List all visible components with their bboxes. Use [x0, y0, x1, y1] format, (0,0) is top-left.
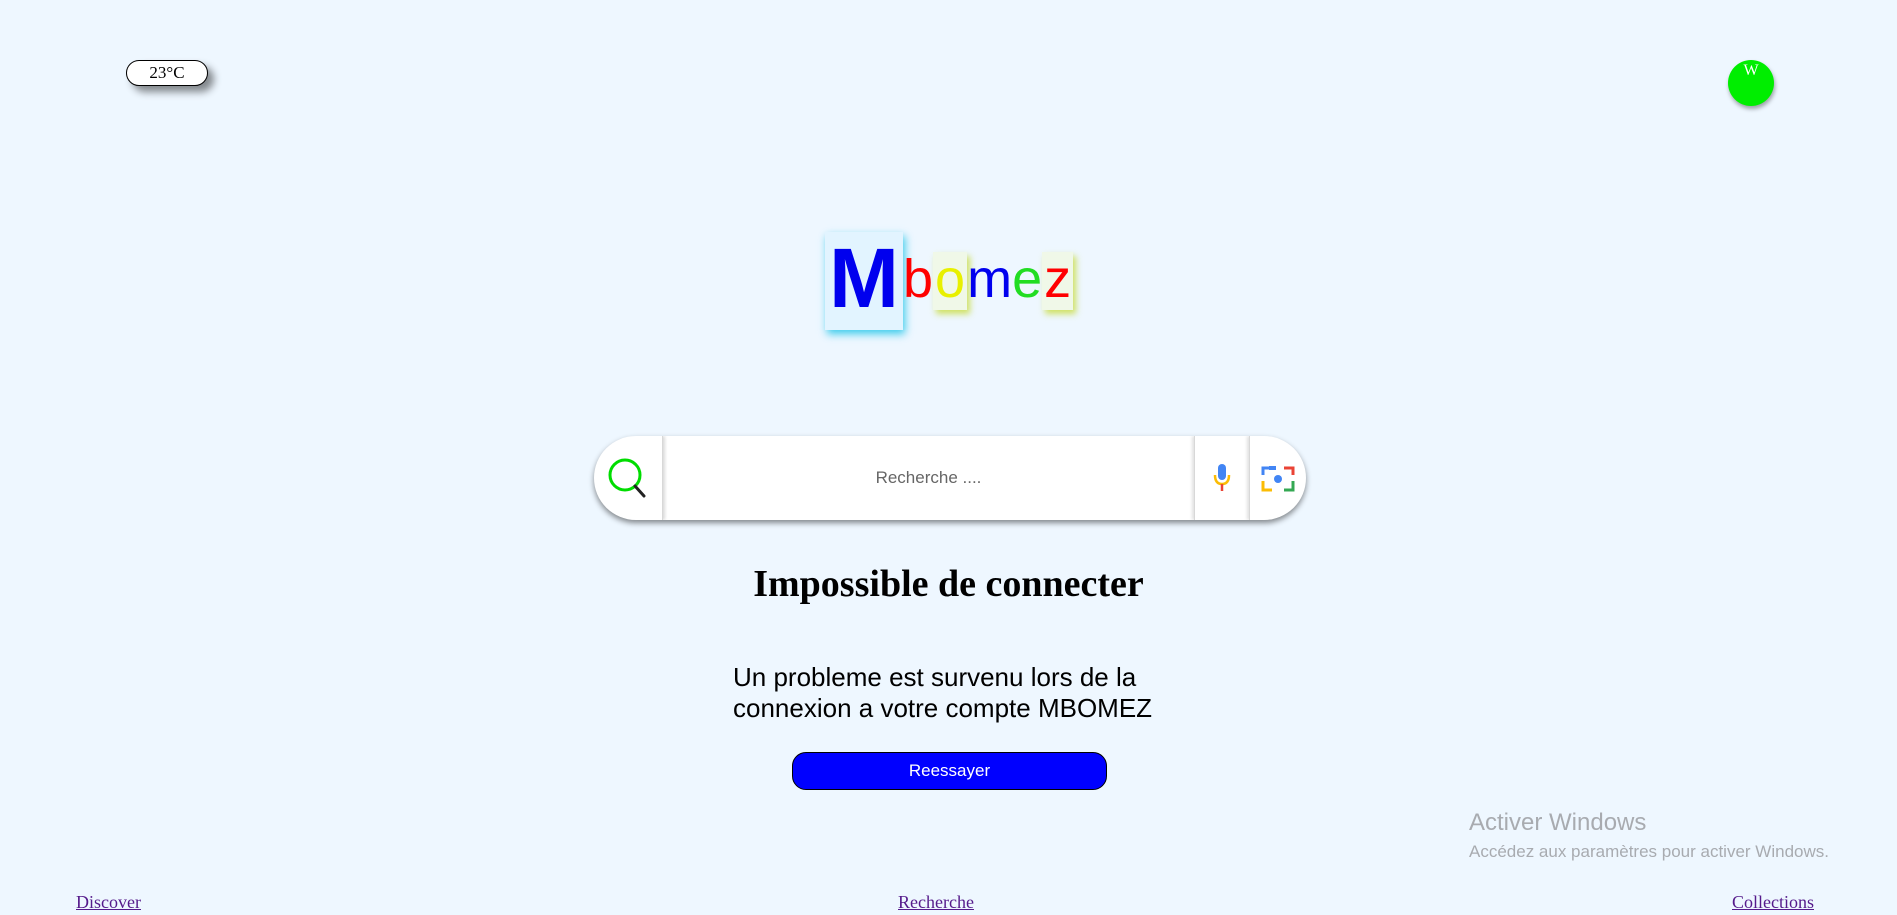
voice-search-button[interactable] [1194, 436, 1249, 520]
windows-activation-watermark: Activer Windows Accédez aux paramètres p… [1469, 808, 1829, 864]
microphone-icon [1213, 464, 1231, 491]
camera-icon [1261, 466, 1295, 492]
footer-link-discover[interactable]: Discover [76, 892, 141, 913]
search-icon [608, 458, 646, 498]
logo-letter-b: b [902, 249, 934, 309]
search-button[interactable] [594, 436, 663, 520]
footer-link-recherche[interactable]: Recherche [898, 892, 974, 913]
mbomez-logo: M b o m e z [825, 232, 1074, 332]
logo-letter-z: z [1042, 249, 1074, 310]
error-message: Un probleme est survenu lors de la conne… [733, 662, 1153, 723]
logo-letter-m: M [825, 232, 903, 330]
retry-button[interactable]: Reessayer [792, 752, 1107, 790]
user-avatar[interactable]: W [1728, 60, 1774, 106]
search-input[interactable] [663, 467, 1194, 489]
watermark-title: Activer Windows [1469, 809, 1647, 836]
search-input-wrapper [663, 436, 1194, 520]
page: 23°C W M b o m e z Recherche .... Imposs… [0, 0, 1897, 915]
weather-badge[interactable]: 23°C [126, 60, 208, 86]
logo-letter-o: o [933, 249, 968, 310]
search-bar [594, 436, 1306, 520]
logo-letter-m-small: m [967, 249, 1013, 309]
logo-letter-e: e [1012, 249, 1043, 309]
watermark-subtitle: Accédez aux paramètres pour activer Wind… [1469, 842, 1829, 861]
error-title: Impossible de connecter [753, 563, 1144, 605]
footer-link-collections[interactable]: Collections [1732, 892, 1814, 913]
image-search-button[interactable] [1249, 436, 1306, 520]
